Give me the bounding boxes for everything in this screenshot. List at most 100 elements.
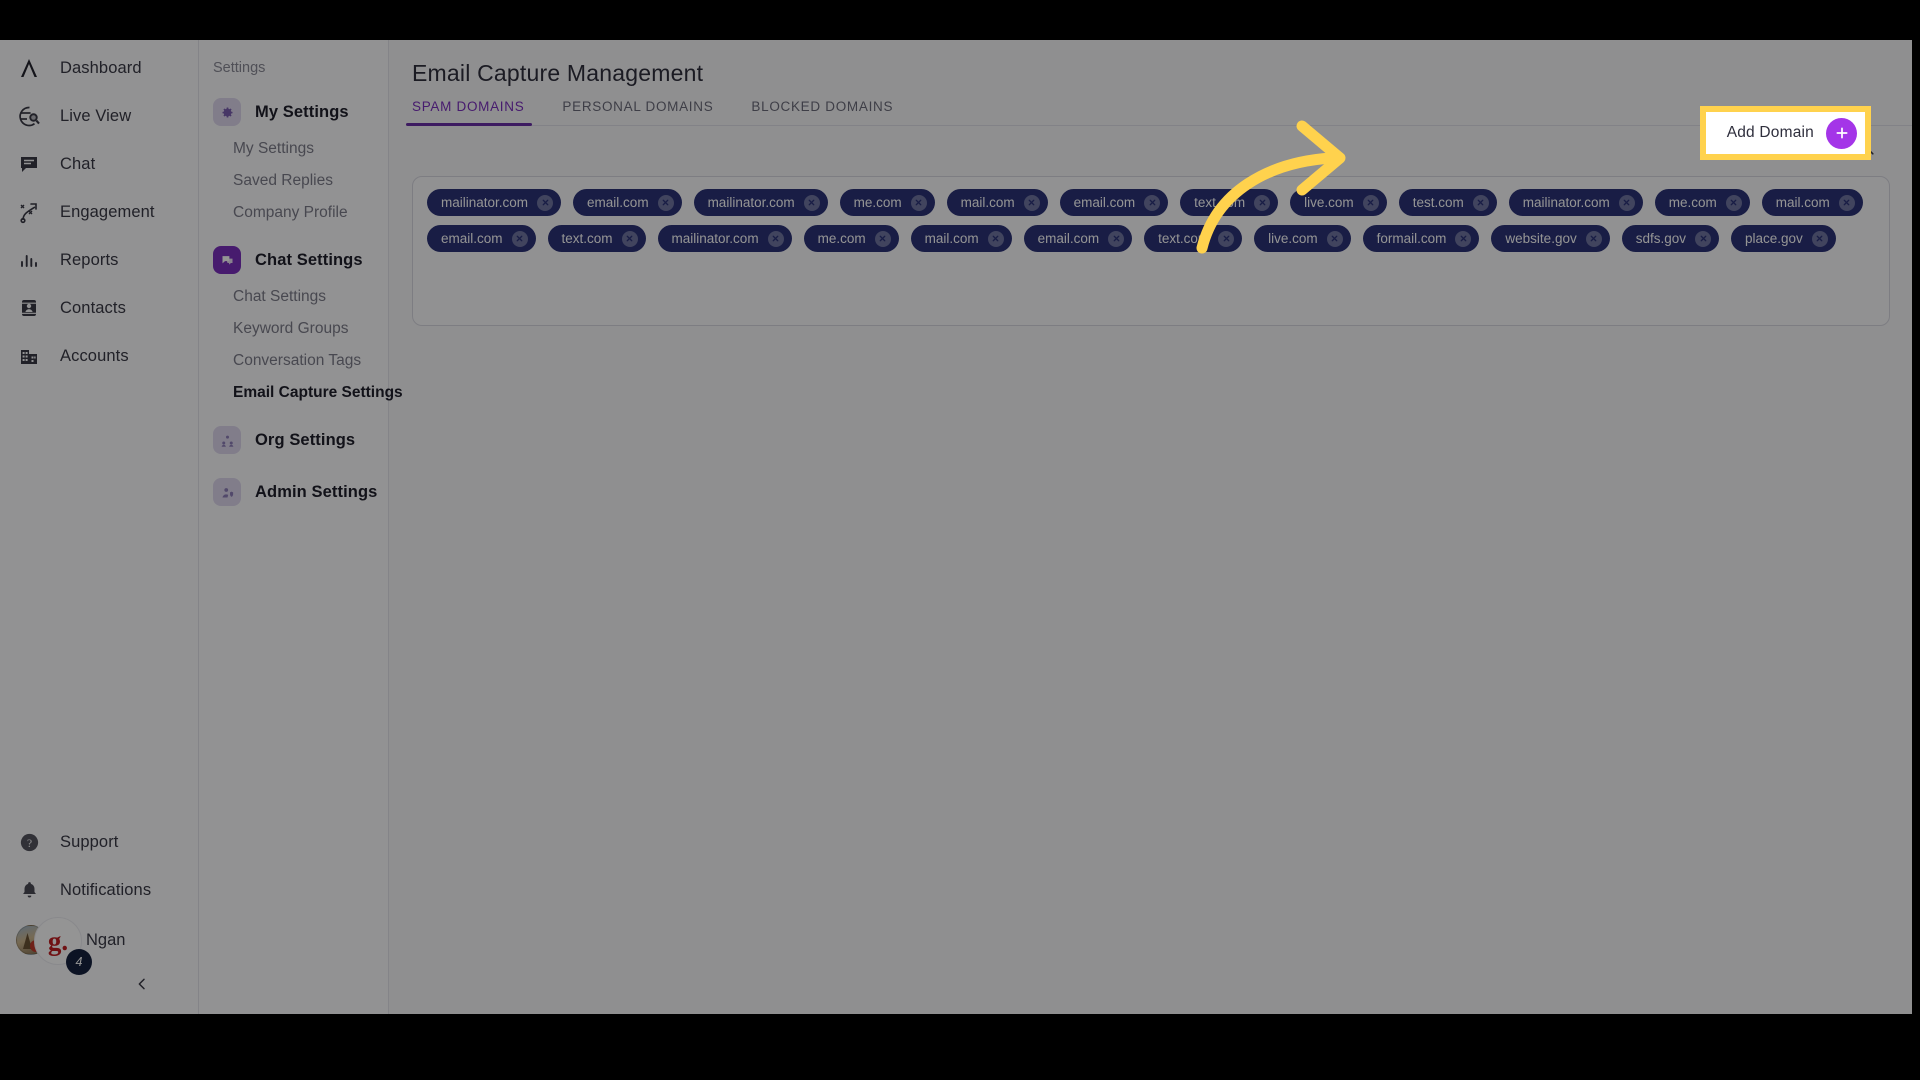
close-circle-icon[interactable] bbox=[987, 230, 1004, 247]
close-circle-icon[interactable] bbox=[621, 230, 638, 247]
building-icon bbox=[16, 343, 42, 369]
domain-tag-list: mailinator.com email.com mailinator.com me.… bbox=[427, 189, 1875, 252]
domain-tag-label: email.com bbox=[587, 195, 649, 210]
domain-tag: live.com bbox=[1290, 189, 1387, 216]
svg-text:?: ? bbox=[26, 837, 31, 849]
nav-item-engagement[interactable]: Engagement bbox=[0, 188, 198, 236]
chat-settings-icon bbox=[213, 246, 241, 274]
close-circle-icon[interactable] bbox=[1838, 194, 1855, 211]
close-circle-icon[interactable] bbox=[1023, 194, 1040, 211]
close-circle-icon[interactable] bbox=[767, 230, 784, 247]
domain-tag-label: email.com bbox=[1037, 231, 1100, 246]
close-circle-icon[interactable] bbox=[511, 230, 528, 247]
add-domain-label: Add Domain bbox=[1726, 124, 1814, 141]
nav-item-reports[interactable]: Reports bbox=[0, 236, 198, 284]
domain-tag-label: me.com bbox=[853, 195, 902, 210]
settings-group-label-org-settings: Org Settings bbox=[255, 430, 356, 449]
nav-item-support[interactable]: ? Support bbox=[0, 818, 198, 866]
settings-group-header-my-settings[interactable]: My Settings bbox=[199, 91, 388, 133]
main-content: Email Capture Management SPAM DOMAINS PE… bbox=[390, 40, 1912, 1014]
sidebar-item-chat-settings[interactable]: Chat Settings bbox=[199, 281, 388, 313]
domain-tag-label: place.gov bbox=[1745, 231, 1803, 246]
domain-tag: mailinator.com bbox=[657, 225, 792, 252]
nav-label-engagement: Engagement bbox=[60, 202, 155, 221]
close-circle-icon[interactable] bbox=[1472, 194, 1489, 211]
domain-tag-label: email.com bbox=[441, 231, 503, 246]
sidebar-item-keyword-groups[interactable]: Keyword Groups bbox=[199, 313, 388, 345]
settings-group-chat-settings: Chat Settings Chat Settings Keyword Grou… bbox=[199, 239, 403, 409]
settings-group-admin-settings: Admin Settings bbox=[199, 471, 388, 513]
close-circle-icon[interactable] bbox=[1362, 194, 1379, 211]
domain-tag: sdfs.gov bbox=[1621, 225, 1719, 252]
domain-tag: text.com bbox=[1180, 189, 1279, 216]
sidebar-collapse-button[interactable] bbox=[0, 966, 198, 1006]
close-circle-icon[interactable] bbox=[1811, 230, 1828, 247]
domain-tag: email.com bbox=[427, 225, 536, 252]
settings-group-label-chat-settings: Chat Settings bbox=[255, 250, 363, 269]
nav-item-accounts[interactable]: Accounts bbox=[0, 332, 198, 380]
settings-navigation: Settings My Settings My Settings Saved R… bbox=[199, 40, 403, 1014]
domain-tag: me.com bbox=[1654, 189, 1750, 216]
search-bar bbox=[390, 126, 1912, 162]
close-circle-icon[interactable] bbox=[874, 230, 891, 247]
close-circle-icon[interactable] bbox=[1618, 194, 1635, 211]
nav-label-dashboard: Dashboard bbox=[60, 58, 142, 77]
close-circle-icon[interactable] bbox=[1326, 230, 1343, 247]
domain-tag: website.gov bbox=[1491, 225, 1610, 252]
domain-tag: email.com bbox=[573, 189, 682, 216]
close-circle-icon[interactable] bbox=[657, 194, 674, 211]
close-circle-icon[interactable] bbox=[803, 194, 820, 211]
domain-tag: test.com bbox=[1398, 189, 1497, 216]
screen-root: Dashboard Live View Chat Engagement Repo… bbox=[0, 0, 1920, 1080]
logo-peak-icon bbox=[16, 55, 42, 81]
chevron-left-icon bbox=[134, 976, 150, 997]
sidebar-item-my-settings[interactable]: My Settings bbox=[199, 133, 388, 165]
close-circle-icon[interactable] bbox=[1725, 194, 1742, 211]
domain-tag-label: mail.com bbox=[924, 231, 979, 246]
settings-group-header-chat-settings[interactable]: Chat Settings bbox=[199, 239, 388, 281]
close-circle-icon[interactable] bbox=[1144, 194, 1161, 211]
sidebar-item-saved-replies[interactable]: Saved Replies bbox=[199, 165, 388, 197]
close-circle-icon[interactable] bbox=[1108, 230, 1125, 247]
close-circle-icon[interactable] bbox=[1254, 194, 1271, 211]
left-navigation: Dashboard Live View Chat Engagement Repo… bbox=[0, 40, 199, 1014]
close-circle-icon[interactable] bbox=[1218, 230, 1235, 247]
nav-item-contacts[interactable]: Contacts bbox=[0, 284, 198, 332]
add-domain-button[interactable]: Add Domain bbox=[1706, 112, 1865, 154]
nav-item-notifications[interactable]: Notifications bbox=[0, 866, 198, 914]
nav-item-dashboard[interactable]: Dashboard bbox=[0, 44, 198, 92]
tab-personal-domains[interactable]: PERSONAL DOMAINS bbox=[562, 99, 727, 125]
domain-tag-panel: mailinator.com email.com mailinator.com me.… bbox=[412, 176, 1890, 326]
globe-search-icon bbox=[16, 103, 42, 129]
gear-icon bbox=[213, 98, 241, 126]
settings-group-header-admin-settings[interactable]: Admin Settings bbox=[199, 471, 388, 513]
domain-tag: mailinator.com bbox=[693, 189, 828, 216]
org-people-icon bbox=[213, 426, 241, 454]
settings-group-header-org-settings[interactable]: Org Settings bbox=[199, 419, 388, 461]
tab-blocked-domains[interactable]: BLOCKED DOMAINS bbox=[751, 99, 907, 125]
sidebar-item-company-profile[interactable]: Company Profile bbox=[199, 197, 388, 229]
notification-count-badge: 4 bbox=[66, 949, 92, 975]
sidebar-item-conversation-tags[interactable]: Conversation Tags bbox=[199, 345, 388, 377]
nav-item-chat[interactable]: Chat bbox=[0, 140, 198, 188]
close-circle-icon[interactable] bbox=[1695, 230, 1711, 247]
sidebar-item-email-capture-settings[interactable]: Email Capture Settings bbox=[199, 377, 403, 409]
domain-tag: me.com bbox=[803, 225, 899, 252]
tab-spam-domains[interactable]: SPAM DOMAINS bbox=[405, 99, 538, 126]
user-profile-row[interactable]: g. 4 Ngan bbox=[0, 914, 198, 975]
settings-group-label-my-settings: My Settings bbox=[255, 102, 349, 121]
close-circle-icon[interactable] bbox=[910, 194, 927, 211]
settings-group-label-admin-settings: Admin Settings bbox=[255, 482, 378, 501]
plus-icon[interactable] bbox=[1826, 117, 1857, 149]
add-domain-highlight: Add Domain bbox=[1700, 106, 1871, 160]
close-circle-icon[interactable] bbox=[1455, 230, 1472, 247]
nav-item-live-view[interactable]: Live View bbox=[0, 92, 198, 140]
settings-group-org-settings: Org Settings bbox=[199, 419, 388, 461]
domain-tag: text.com bbox=[547, 225, 646, 252]
app-window: Dashboard Live View Chat Engagement Repo… bbox=[0, 40, 1912, 1014]
primary-nav-list: Dashboard Live View Chat Engagement Repo… bbox=[0, 40, 198, 380]
close-circle-icon[interactable] bbox=[1585, 230, 1602, 247]
close-circle-icon[interactable] bbox=[537, 194, 554, 211]
tab-bar: SPAM DOMAINS PERSONAL DOMAINS BLOCKED DO… bbox=[405, 99, 1912, 126]
bell-icon bbox=[16, 877, 42, 903]
